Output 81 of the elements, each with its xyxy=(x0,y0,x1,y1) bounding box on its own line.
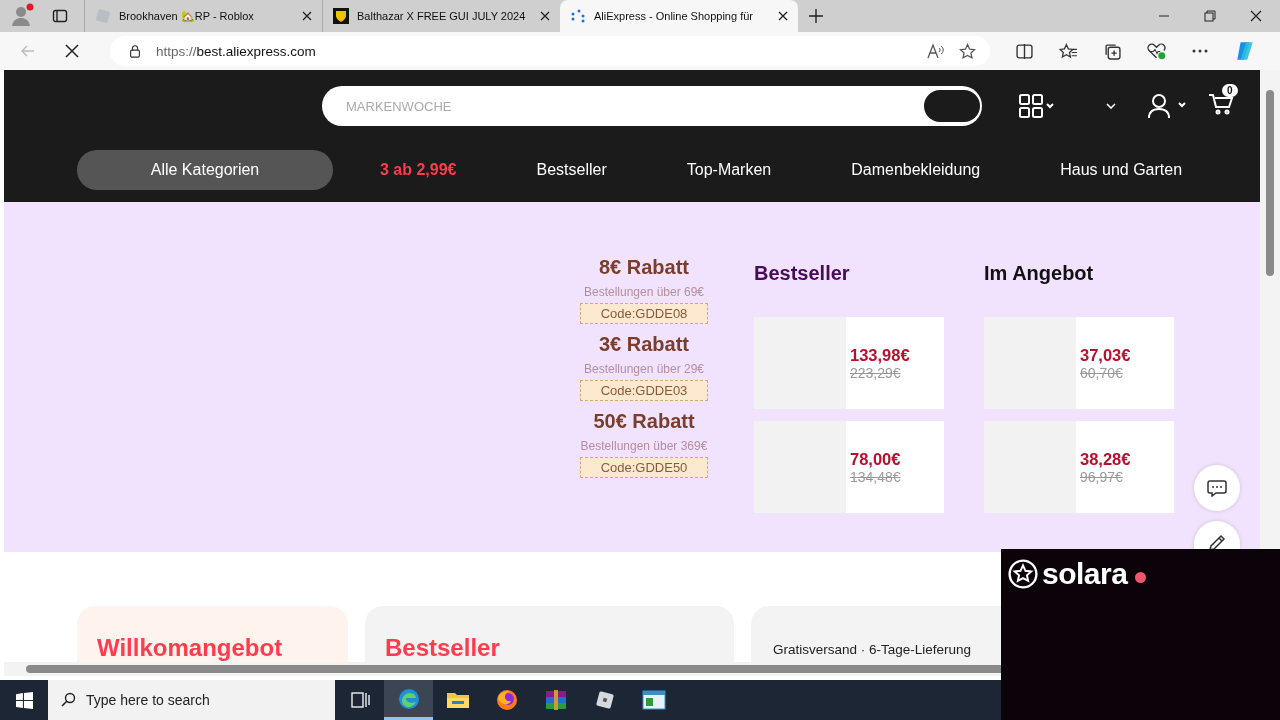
folder-icon xyxy=(445,690,470,710)
price: 78,00€ xyxy=(850,449,901,469)
restore-icon[interactable] xyxy=(1204,10,1216,22)
section-title: Im Angebot xyxy=(984,262,1095,285)
qr-code-icon[interactable] xyxy=(1018,94,1056,118)
product-card[interactable]: 37,03€ 60,70€ xyxy=(984,317,1174,409)
firefox-icon xyxy=(494,688,519,712)
promo-card[interactable]: Gratisversand · 6-Tage-Lieferung xyxy=(751,606,1001,662)
tab-title: Balthazar X FREE GUI JULY 2024 xyxy=(357,10,527,22)
cart-icon[interactable] xyxy=(1208,93,1234,115)
tab-actions-icon[interactable] xyxy=(52,8,68,24)
favorites-icon[interactable] xyxy=(1059,42,1078,60)
nav-link[interactable]: Haus und Garten xyxy=(1060,161,1183,179)
cart-count: 0 xyxy=(1222,84,1238,97)
shield-icon xyxy=(333,8,349,24)
discount-condition: Bestellungen über 69€ xyxy=(583,285,705,299)
nav-link[interactable]: 3 ab 2,99€ xyxy=(380,161,457,179)
nav-link[interactable]: Bestseller xyxy=(536,161,607,179)
taskbar-search-field[interactable]: Type here to search xyxy=(48,680,335,720)
search-button[interactable] xyxy=(924,90,980,122)
status-dot xyxy=(1135,571,1147,583)
discount-condition: Bestellungen über 29€ xyxy=(583,362,705,376)
health-icon[interactable] xyxy=(1147,42,1166,60)
edge-icon xyxy=(396,686,421,711)
discount-title: 8€ Rabatt xyxy=(599,256,689,279)
task-view-icon xyxy=(349,690,370,710)
product-card[interactable]: 78,00€ 134,48€ xyxy=(754,421,944,513)
url-text: https://best.aliexpress.com xyxy=(156,43,316,59)
coupon-code: Code:GDDE03 xyxy=(580,380,708,401)
profile-icon[interactable] xyxy=(10,3,34,27)
old-price: 96,97€ xyxy=(1080,468,1124,485)
copilot-icon[interactable] xyxy=(1234,40,1256,62)
search-icon xyxy=(60,692,76,708)
chevron-icon[interactable] xyxy=(1106,103,1116,109)
user-icon[interactable] xyxy=(1146,93,1188,119)
windows-start-icon[interactable] xyxy=(16,691,33,709)
dots-icon xyxy=(570,8,586,24)
tab-title: AliExpress - Online Shopping für xyxy=(594,10,754,22)
new-tab-icon[interactable] xyxy=(809,9,823,23)
close-icon[interactable] xyxy=(302,11,312,21)
nav-link[interactable]: Top-Marken xyxy=(686,161,772,179)
stop-icon[interactable] xyxy=(64,43,80,59)
card-title: Bestseller xyxy=(385,634,500,661)
logo-text: solara xyxy=(1042,557,1128,591)
section-title: Bestseller xyxy=(754,262,851,285)
nav-link[interactable]: Damenbekleidung xyxy=(851,161,981,179)
browser-tab[interactable]: AliExpress - Online Shopping für xyxy=(560,0,798,32)
split-screen-icon[interactable] xyxy=(1016,42,1033,60)
product-card[interactable]: 133,98€ 223,29€ xyxy=(754,317,944,409)
discount-condition: Bestellungen über 369€ xyxy=(580,439,708,453)
categories-button[interactable]: Alle Kategorien xyxy=(77,150,333,190)
discount-title: 3€ Rabatt xyxy=(599,333,689,356)
vertical-scrollbar[interactable] xyxy=(1260,70,1280,549)
price: 37,03€ xyxy=(1080,345,1131,365)
horizontal-scrollbar[interactable] xyxy=(4,662,1001,676)
close-icon[interactable] xyxy=(1250,10,1262,22)
coupon-code: Code:GDDE08 xyxy=(580,303,708,324)
more-icon[interactable] xyxy=(1192,49,1208,53)
address-bar[interactable]: https://best.aliexpress.com xyxy=(110,36,990,66)
old-price: 223,29€ xyxy=(850,364,902,381)
old-price: 60,70€ xyxy=(1080,364,1124,381)
discount-title: 50€ Rabatt xyxy=(593,410,695,433)
card-text: Gratisversand · 6-Tage-Lieferung xyxy=(773,642,972,657)
collections-icon[interactable] xyxy=(1104,42,1121,60)
chat-icon xyxy=(1207,479,1227,497)
app-window-icon xyxy=(641,690,666,710)
card-title: Willkomangebot xyxy=(97,634,283,661)
star-icon[interactable] xyxy=(959,42,976,60)
read-aloud-icon[interactable] xyxy=(927,43,945,59)
close-icon[interactable] xyxy=(540,11,550,21)
old-price: 134,48€ xyxy=(850,468,901,485)
product-card[interactable]: 38,28€ 96,97€ xyxy=(984,421,1174,513)
price: 133,98€ xyxy=(850,345,910,365)
tab-title: Brookhaven 🏡RP - Roblox xyxy=(119,9,255,23)
lock-icon xyxy=(128,44,142,58)
books-stack-icon xyxy=(543,688,568,712)
close-icon[interactable] xyxy=(778,11,788,21)
star-badge-icon xyxy=(1008,559,1038,589)
price: 38,28€ xyxy=(1080,449,1131,469)
coupon-code: Code:GDDE50 xyxy=(580,457,708,478)
search-field[interactable]: MARKENWOCHE xyxy=(322,86,982,126)
